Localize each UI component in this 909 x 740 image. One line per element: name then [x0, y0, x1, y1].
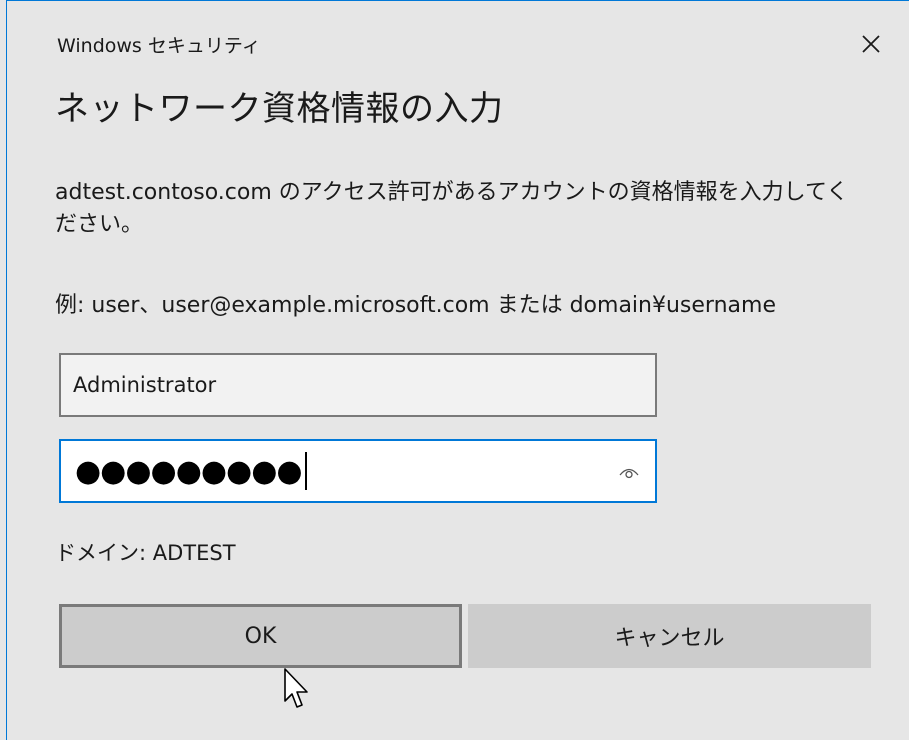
window-title: Windows セキュリティ	[57, 35, 261, 57]
eye-icon	[619, 468, 639, 479]
password-dots: ●●●●●●●●●	[75, 453, 303, 489]
dialog-description: adtest.contoso.com のアクセス許可があるアカウントの資格情報を…	[55, 180, 849, 237]
password-input[interactable]: ●●●●●●●●●	[59, 439, 657, 503]
reveal-password-button[interactable]	[609, 453, 649, 491]
mouse-pointer-icon	[284, 668, 308, 708]
close-icon	[862, 35, 880, 53]
password-mask: ●●●●●●●●●	[75, 452, 307, 490]
close-button[interactable]	[843, 19, 899, 69]
domain-label: ドメイン: ADTEST	[55, 541, 236, 565]
credential-dialog: Windows セキュリティ ネットワーク資格情報の入力 adtest.cont…	[6, 0, 909, 740]
cancel-button[interactable]: キャンセル	[468, 604, 871, 668]
username-input[interactable]	[59, 353, 657, 417]
text-caret	[304, 452, 307, 490]
username-format-hint: 例: user、user@example.microsoft.com または d…	[55, 293, 776, 318]
ok-button[interactable]: OK	[59, 604, 462, 668]
dialog-heading: ネットワーク資格情報の入力	[55, 89, 504, 129]
